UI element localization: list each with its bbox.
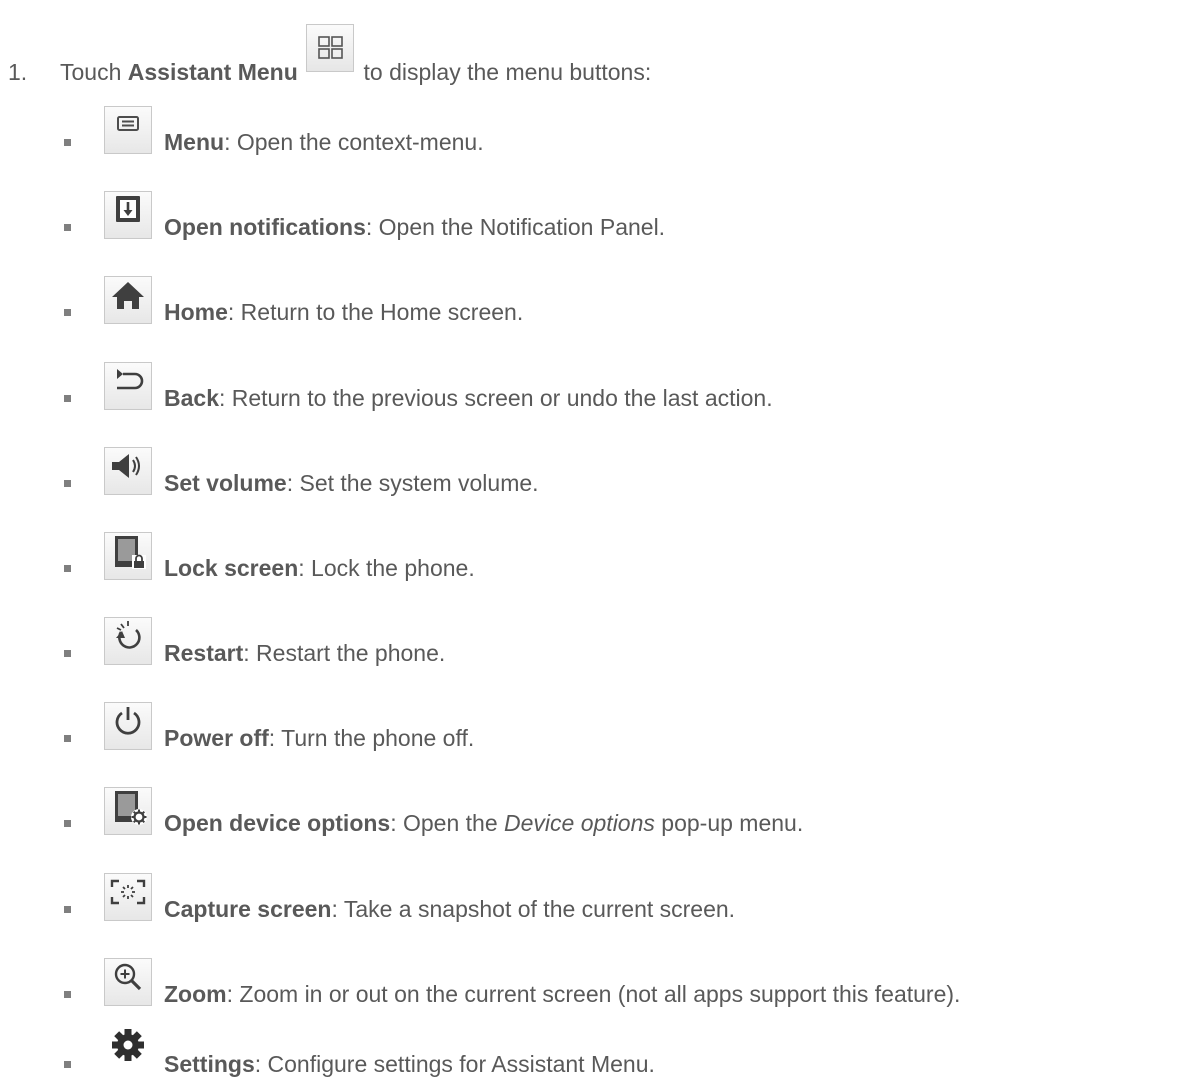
list-item-text: Back: Return to the previous screen or u… <box>164 383 773 413</box>
item-label: Settings <box>164 1051 255 1077</box>
bullet <box>64 991 71 998</box>
menu-icon <box>104 106 152 154</box>
item-italic: Device options <box>504 810 655 836</box>
item-label: Home <box>164 299 228 325</box>
list-item-text: Capture screen: Take a snapshot of the c… <box>164 894 735 924</box>
device-options-icon <box>104 787 152 835</box>
bullet <box>64 650 71 657</box>
list-item-lock-screen: Lock screen: Lock the phone. <box>0 532 1187 582</box>
capture-screen-icon <box>104 873 152 921</box>
list-item-capture-screen: Capture screen: Take a snapshot of the c… <box>0 873 1187 923</box>
restart-icon <box>104 617 152 665</box>
zoom-icon <box>104 958 152 1006</box>
list-item-text: Home: Return to the Home screen. <box>164 297 523 327</box>
item-label: Lock screen <box>164 555 299 581</box>
instruction-step: 1. Touch Assistant Menu to display the me… <box>0 0 1187 1084</box>
step-prefix: Touch <box>60 59 122 85</box>
item-description: : Return to the previous screen or undo … <box>218 385 773 411</box>
item-description: : Open the <box>390 810 505 836</box>
step-number: 1. <box>8 59 28 85</box>
item-label: Power off <box>164 725 269 751</box>
item-label: Open device options <box>164 810 391 836</box>
list-item-set-volume: Set volume: Set the system volume. <box>0 447 1187 497</box>
item-label: Menu <box>164 129 225 155</box>
list-item-text: Set volume: Set the system volume. <box>164 468 539 498</box>
list-item-text: Zoom: Zoom in or out on the current scre… <box>164 979 960 1009</box>
list-item-zoom: Zoom: Zoom in or out on the current scre… <box>0 958 1187 1008</box>
list-item-text: Settings: Configure settings for Assista… <box>164 1049 655 1079</box>
list-item-open-device-options: Open device options: Open the Device opt… <box>0 787 1187 837</box>
item-description: : Turn the phone off. <box>268 725 475 751</box>
item-label: Restart <box>164 640 244 666</box>
item-label: Set volume <box>164 470 287 496</box>
bullet <box>64 1061 71 1068</box>
gear-icon <box>104 1028 152 1076</box>
item-description: : Open the Notification Panel. <box>365 214 666 240</box>
step-line: 1. Touch Assistant Menu to display the me… <box>8 24 652 88</box>
list-item-text: Open device options: Open the Device opt… <box>164 808 803 838</box>
bullet <box>64 139 71 146</box>
home-icon <box>104 276 152 324</box>
list-item-open-notifications: Open notifications: Open the Notificatio… <box>0 191 1187 241</box>
bullet <box>64 224 71 231</box>
item-description: : Take a snapshot of the current screen. <box>331 896 736 922</box>
assistant-menu-grid-icon <box>306 24 355 80</box>
list-item-text: Restart: Restart the phone. <box>164 638 445 668</box>
item-description: : Restart the phone. <box>243 640 446 666</box>
step-bold-label: Assistant Menu <box>127 59 298 85</box>
item-description: : Zoom in or out on the current screen (… <box>226 981 961 1007</box>
bullet <box>64 309 71 316</box>
list-item-restart: Restart: Restart the phone. <box>0 617 1187 667</box>
item-label: Open notifications <box>164 214 366 240</box>
item-description-end: pop-up menu. <box>654 810 804 836</box>
list-item-menu: Menu: Open the context-menu. <box>0 106 1187 156</box>
bullet <box>64 395 71 402</box>
bullet <box>64 906 71 913</box>
item-label: Capture screen <box>164 896 332 922</box>
bullet <box>64 480 71 487</box>
bullet <box>64 565 71 572</box>
back-icon <box>104 362 152 410</box>
bullet <box>64 820 71 827</box>
list-item-back: Back: Return to the previous screen or u… <box>0 362 1187 412</box>
item-description: : Configure settings for Assistant Menu. <box>254 1051 655 1077</box>
item-description: : Open the context-menu. <box>224 129 484 155</box>
item-description: : Return to the Home screen. <box>227 299 524 325</box>
list-item-text: Lock screen: Lock the phone. <box>164 553 475 583</box>
list-item-power-off: Power off: Turn the phone off. <box>0 702 1187 752</box>
bullet <box>64 735 71 742</box>
volume-icon <box>104 447 152 495</box>
list-item-text: Power off: Turn the phone off. <box>164 723 474 753</box>
list-item-text: Menu: Open the context-menu. <box>164 127 484 157</box>
open-notifications-icon <box>104 191 152 239</box>
power-icon <box>104 702 152 750</box>
lock-screen-icon <box>104 532 152 580</box>
item-label: Zoom <box>164 981 227 1007</box>
item-description: : Lock the phone. <box>298 555 475 581</box>
list-item-text: Open notifications: Open the Notificatio… <box>164 212 665 242</box>
list-item-settings: Settings: Configure settings for Assista… <box>0 1028 1187 1078</box>
item-description: : Set the system volume. <box>286 470 539 496</box>
list-item-home: Home: Return to the Home screen. <box>0 276 1187 326</box>
item-label: Back <box>164 385 219 411</box>
step-suffix: to display the menu buttons: <box>363 59 652 85</box>
